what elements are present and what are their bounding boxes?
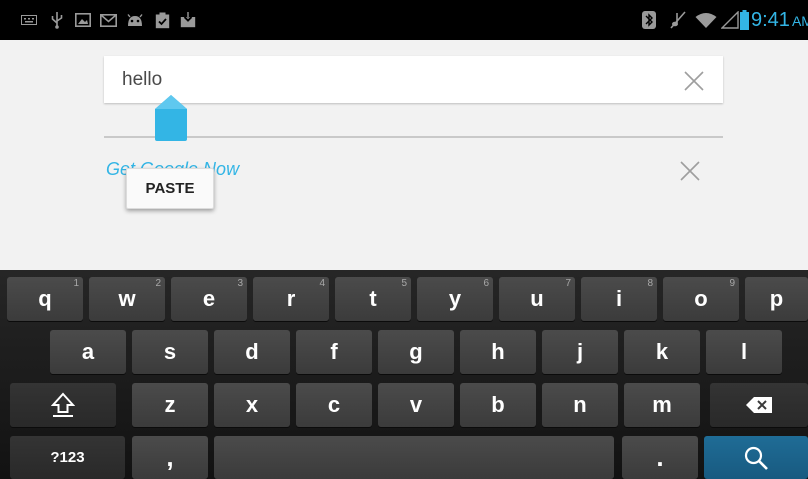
backspace-key[interactable] xyxy=(710,383,808,427)
backspace-icon xyxy=(746,397,772,413)
signal-icon xyxy=(720,0,740,40)
symbols-key[interactable]: ?123 xyxy=(10,436,125,479)
text-cursor-handle[interactable] xyxy=(155,95,187,141)
download-icon xyxy=(178,0,198,40)
key-g[interactable]: g xyxy=(378,330,454,374)
gmail-icon xyxy=(98,0,118,40)
key-d[interactable]: d xyxy=(214,330,290,374)
key-b[interactable]: b xyxy=(460,383,536,427)
key-l[interactable]: l xyxy=(706,330,782,374)
shift-icon xyxy=(51,392,75,418)
usb-icon xyxy=(49,0,65,40)
key-w[interactable]: w2 xyxy=(89,277,165,321)
key-j[interactable]: j xyxy=(542,330,618,374)
key-v[interactable]: v xyxy=(378,383,454,427)
key-t[interactable]: t5 xyxy=(335,277,411,321)
key-e[interactable]: e3 xyxy=(171,277,247,321)
wifi-icon xyxy=(694,0,718,40)
bluetooth-icon xyxy=(640,0,658,40)
clipboard-icon xyxy=(152,0,172,40)
status-bar: 9:41 AM xyxy=(0,0,808,40)
key-z[interactable]: z xyxy=(132,383,208,427)
key-p[interactable]: p xyxy=(745,277,808,321)
key-c[interactable]: c xyxy=(296,383,372,427)
keyboard-icon xyxy=(18,0,40,40)
mute-icon xyxy=(668,0,688,40)
key-period[interactable]: . xyxy=(622,436,698,479)
key-h[interactable]: h xyxy=(460,330,536,374)
key-o[interactable]: o9 xyxy=(663,277,739,321)
key-n[interactable]: n xyxy=(542,383,618,427)
key-q[interactable]: q1 xyxy=(7,277,83,321)
search-app: hello Get Google Now PASTE xyxy=(0,40,808,270)
search-box[interactable]: hello xyxy=(104,56,723,103)
close-icon[interactable] xyxy=(681,68,707,94)
key-y[interactable]: y6 xyxy=(417,277,493,321)
dismiss-icon[interactable] xyxy=(678,159,702,183)
key-i[interactable]: i8 xyxy=(581,277,657,321)
key-k[interactable]: k xyxy=(624,330,700,374)
android-icon xyxy=(124,0,146,40)
keyboard: q1 w2 e3 r4 t5 y6 u7 i8 o9 p a s d f g h… xyxy=(0,270,808,479)
key-m[interactable]: m xyxy=(624,383,700,427)
shift-key[interactable] xyxy=(10,383,116,427)
battery-icon xyxy=(738,0,750,40)
search-key[interactable] xyxy=(704,436,808,479)
key-u[interactable]: u7 xyxy=(499,277,575,321)
paste-button[interactable]: PASTE xyxy=(126,168,214,209)
key-x[interactable]: x xyxy=(214,383,290,427)
key-comma[interactable]: , xyxy=(132,436,208,479)
image-icon xyxy=(74,0,92,40)
divider xyxy=(104,136,723,138)
key-s[interactable]: s xyxy=(132,330,208,374)
space-key[interactable] xyxy=(214,436,614,479)
key-f[interactable]: f xyxy=(296,330,372,374)
key-a[interactable]: a xyxy=(50,330,126,374)
search-icon xyxy=(743,445,769,471)
key-r[interactable]: r4 xyxy=(253,277,329,321)
status-time: 9:41 AM xyxy=(751,9,808,31)
